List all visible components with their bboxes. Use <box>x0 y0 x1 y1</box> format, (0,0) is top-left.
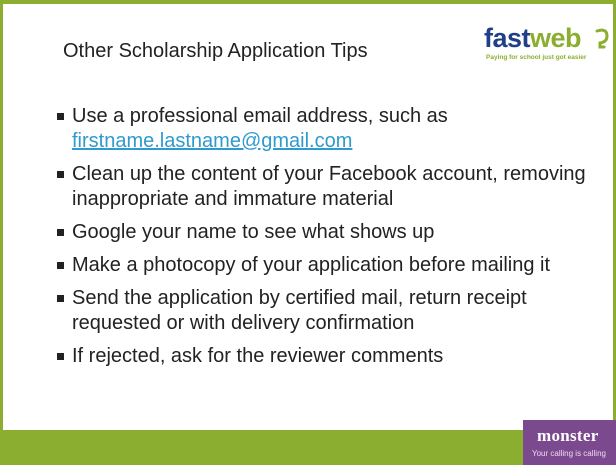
email-link[interactable]: firstname.lastname@gmail.com <box>72 130 352 152</box>
monster-tagline: Your calling is calling <box>532 449 606 458</box>
bullet-square-icon <box>57 113 64 120</box>
tips-list: Use a professional email address, such a… <box>57 104 600 377</box>
slide-header: Other Scholarship Application Tips fastw… <box>3 4 613 84</box>
list-item-text: Google your name to see what shows up <box>72 221 435 243</box>
fastweb-logo-wordmark: fastweb <box>484 24 610 52</box>
monster-logo-wordmark: monster <box>537 426 599 445</box>
list-item-text: If rejected, ask for the reviewer commen… <box>72 345 444 367</box>
monster-logo: monster Your calling is calling <box>523 420 616 465</box>
fastweb-tagline: Paying for school just got easier <box>486 54 587 61</box>
bullet-square-icon <box>57 295 64 302</box>
list-item: Clean up the content of your Facebook ac… <box>57 162 600 212</box>
list-item: Use a professional email address, such a… <box>57 104 600 154</box>
slide: Other Scholarship Application Tips fastw… <box>0 0 616 465</box>
bullet-square-icon <box>57 229 64 236</box>
fastweb-logo-web: web <box>530 23 582 53</box>
list-item: Google your name to see what shows up <box>57 220 600 245</box>
list-item: Make a photocopy of your application bef… <box>57 253 600 278</box>
fastweb-logo-fast: fast <box>484 23 531 53</box>
bullet-square-icon <box>57 353 64 360</box>
list-item-text: Make a photocopy of your application bef… <box>72 254 551 276</box>
list-item: If rejected, ask for the reviewer commen… <box>57 344 600 369</box>
list-item: Send the application by certified mail, … <box>57 286 600 336</box>
fastweb-logo: fastweb Paying for school just got easie… <box>484 24 610 76</box>
bullet-square-icon <box>57 171 64 178</box>
list-item-text: Clean up the content of your Facebook ac… <box>72 163 586 210</box>
slide-title: Other Scholarship Application Tips <box>63 40 368 62</box>
list-item-text: Use a professional email address, such a… <box>72 105 448 127</box>
list-item-text: Send the application by certified mail, … <box>72 287 527 334</box>
fastweb-swoosh-icon <box>595 28 609 49</box>
bullet-square-icon <box>57 262 64 269</box>
